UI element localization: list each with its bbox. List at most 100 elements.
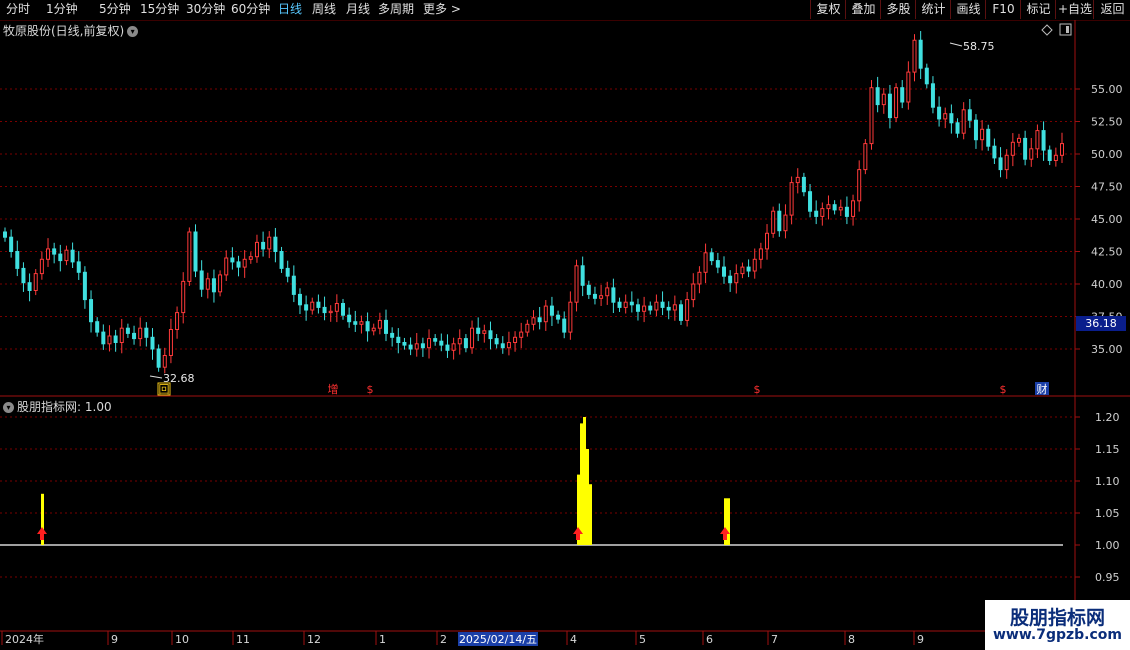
candle [494, 334, 499, 349]
candle [1010, 133, 1015, 167]
candle [568, 291, 573, 340]
price-tick-label: 35.00 [1091, 343, 1123, 356]
candle [912, 34, 917, 82]
candle [242, 250, 247, 278]
candle [156, 344, 161, 372]
x-axis-label: 6 [706, 633, 713, 646]
candle [76, 251, 81, 280]
candle [82, 266, 87, 309]
candle [777, 203, 782, 237]
candle [224, 250, 229, 282]
candle [101, 324, 106, 350]
candle [119, 318, 124, 354]
candle [476, 317, 481, 342]
candle [875, 76, 880, 113]
candle [414, 333, 419, 357]
event-marker[interactable]: 增 [328, 382, 339, 396]
candle [353, 310, 358, 332]
candle [199, 260, 204, 297]
indicator-bar [580, 423, 583, 545]
candle [396, 328, 401, 354]
cursor-date-label: 2025/02/14/五 [459, 633, 537, 646]
candle [390, 327, 395, 347]
candle [150, 328, 155, 360]
high-price-label: 58.75 [963, 40, 995, 53]
candle [316, 294, 321, 314]
x-axis-label: 12 [307, 633, 321, 646]
event-marker[interactable]: 财 [1037, 382, 1048, 396]
candle [451, 337, 456, 360]
panel-toggle-icon[interactable] [1059, 23, 1072, 36]
x-axis-label: 2 [440, 633, 447, 646]
candle [15, 240, 20, 277]
candle [175, 306, 180, 339]
candle [605, 281, 610, 305]
candle [420, 337, 425, 357]
x-axis-label: 5 [639, 633, 646, 646]
candle [279, 246, 284, 273]
candle [187, 227, 192, 286]
candle [709, 248, 714, 266]
event-marker[interactable]: $ [754, 383, 761, 396]
candle [844, 196, 849, 225]
candle [9, 229, 14, 258]
candle [783, 204, 788, 239]
indicator-tick-label: 1.20 [1095, 411, 1120, 424]
event-marker[interactable]: $ [1000, 383, 1007, 396]
candle [211, 269, 216, 303]
candle [27, 273, 32, 302]
x-axis-label: 11 [236, 633, 250, 646]
candle [611, 278, 616, 313]
candle [531, 310, 536, 331]
watermark-title: 股朋指标网 [1009, 607, 1105, 629]
candle [924, 63, 929, 89]
candle [70, 242, 75, 269]
candle [660, 291, 665, 316]
candle [125, 323, 130, 338]
candle [586, 280, 591, 299]
indicator-tick-label: 1.10 [1095, 475, 1120, 488]
candle [525, 319, 530, 337]
candle [230, 247, 235, 270]
candle [820, 202, 825, 226]
candle [402, 337, 407, 350]
candle [906, 61, 911, 110]
candle [39, 251, 44, 280]
candle [193, 224, 198, 278]
signal-arrow-icon [37, 527, 47, 540]
candle [900, 80, 905, 109]
candle [629, 291, 634, 313]
candle [986, 124, 991, 151]
candle [851, 194, 856, 226]
candle [599, 284, 604, 306]
candle [89, 290, 94, 333]
price-tick-label: 42.50 [1091, 246, 1123, 259]
candle [869, 80, 874, 150]
candle [648, 301, 653, 315]
candle [33, 269, 38, 296]
candle [236, 255, 241, 277]
candle [138, 317, 143, 347]
candle [519, 322, 524, 349]
candle [463, 334, 468, 353]
price-tick-label: 50.00 [1091, 148, 1123, 161]
x-axis-label: 9 [111, 633, 118, 646]
candle [967, 99, 972, 128]
diamond-icon[interactable] [1041, 24, 1053, 36]
candle [814, 200, 819, 225]
event-marker[interactable]: $ [367, 383, 374, 396]
candle [107, 325, 112, 352]
candle [1035, 124, 1040, 159]
x-axis-label: 4 [570, 633, 577, 646]
candle [1016, 133, 1021, 147]
candle [433, 334, 438, 346]
candle [445, 334, 450, 358]
candle [500, 336, 505, 354]
stock-chart[interactable]: 55.0052.5050.0047.5045.0042.5040.0037.50… [0, 0, 1130, 650]
indicator-bar [589, 484, 592, 545]
candle [328, 305, 333, 322]
candle [347, 307, 352, 328]
candle [685, 291, 690, 327]
candle [592, 286, 597, 305]
candle [218, 270, 223, 297]
